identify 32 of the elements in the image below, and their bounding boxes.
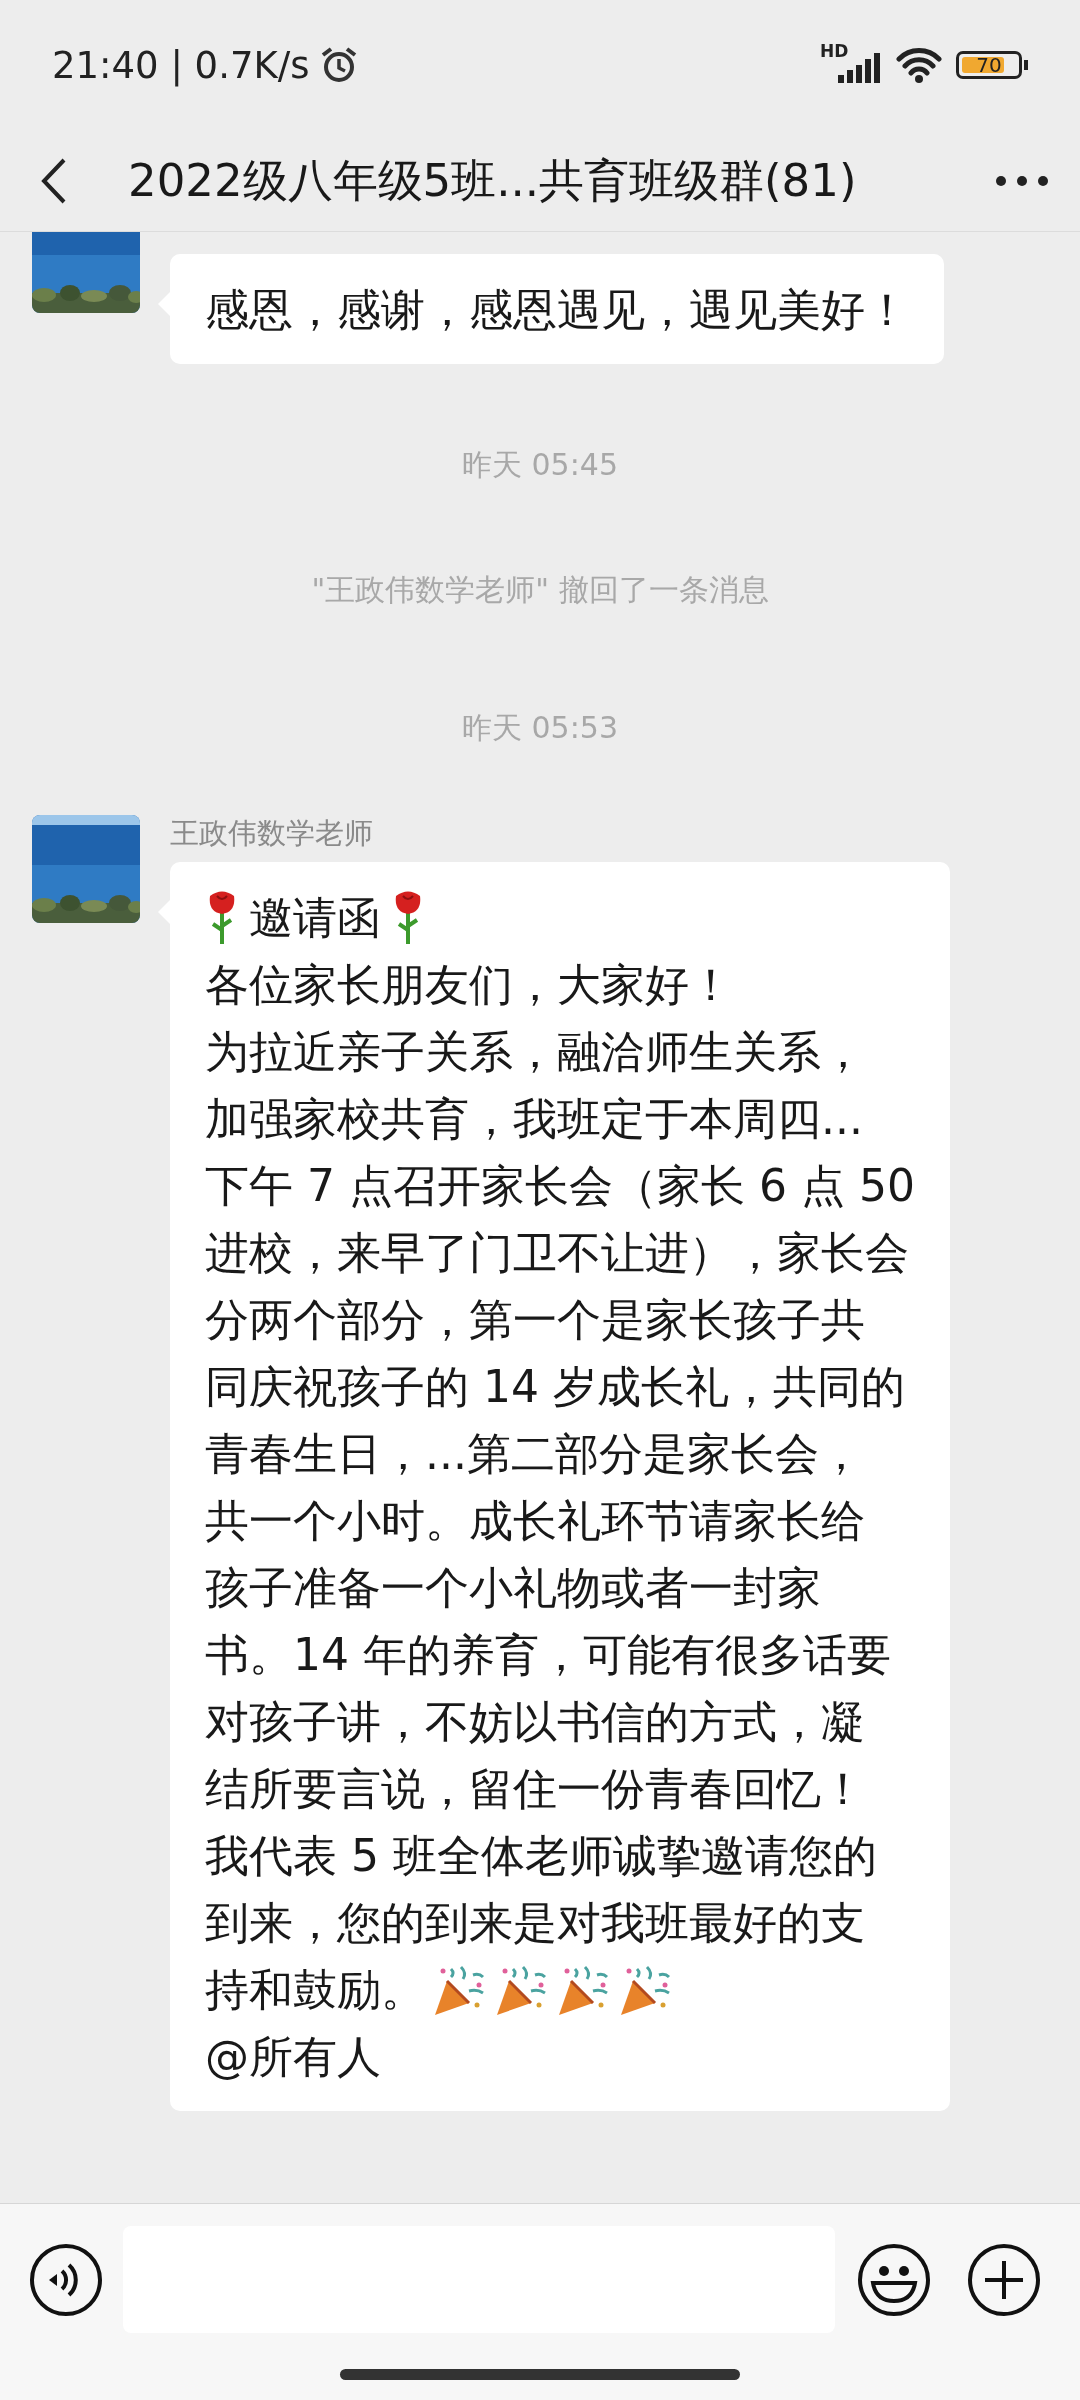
message-line: 感恩，感谢，感恩遇见，遇见美好！: [205, 283, 909, 337]
message-line: 到来，您的到来是对我班最好的支: [205, 1896, 866, 1950]
timestamp: 昨天 05:53: [462, 709, 618, 747]
message-line: 各位家长朋友们，大家好！: [205, 958, 734, 1012]
status-time: 21:40 | 0.7K/s: [52, 43, 310, 87]
wifi-icon: [896, 47, 942, 83]
message-line: 邀请函: [249, 891, 381, 945]
plus-icon[interactable]: [967, 2242, 1041, 2317]
message-line: 持和鼓励。: [205, 1963, 425, 2017]
smiley-icon[interactable]: [857, 2242, 931, 2317]
message-line: 孩子准备一个小礼物或者一封家: [205, 1561, 822, 1615]
message-line: 为拉近亲子关系，融洽师生关系，: [205, 1025, 866, 1079]
message-line: 进校，来早了门卫不让进），家长会: [205, 1226, 910, 1280]
message-line: 分两个部分，第一个是家长孩子共: [205, 1293, 866, 1347]
message-line: 青春生日，...第二部分是家长会，: [205, 1427, 864, 1481]
battery-level: 70: [976, 53, 1002, 77]
more-icon[interactable]: [994, 173, 1050, 188]
message-line: 下午 7 点召开家长会（家长 6 点 50: [205, 1159, 915, 1213]
chat-title: 2022级八年级5班...共育班级群(81): [127, 152, 858, 209]
message-line: 共一个小时。成长礼环节请家长给: [205, 1494, 866, 1548]
message-line: 对孩子讲，不妨以书信的方式，凝: [205, 1695, 866, 1749]
sender-name: 王政伟数学老师: [170, 815, 374, 852]
voice-icon[interactable]: [29, 2242, 103, 2317]
message-line: 结所要言说，留住一份青春回忆！: [205, 1762, 866, 1816]
message-line: 我代表 5 班全体老师诚挚邀请您的: [205, 1829, 878, 1883]
network-label: HD: [820, 41, 849, 61]
message-line: 书。14 年的养育，可能有很多话要: [205, 1628, 892, 1682]
message-line: @所有人: [205, 2030, 382, 2084]
recall-notice: "王政伟数学老师" 撤回了一条消息: [311, 571, 769, 609]
message-line: 同庆祝孩子的 14 岁成长礼，共同的: [205, 1360, 906, 1414]
timestamp: 昨天 05:45: [462, 446, 618, 484]
message-line: 加强家校共育，我班定于本周四...: [205, 1092, 864, 1146]
